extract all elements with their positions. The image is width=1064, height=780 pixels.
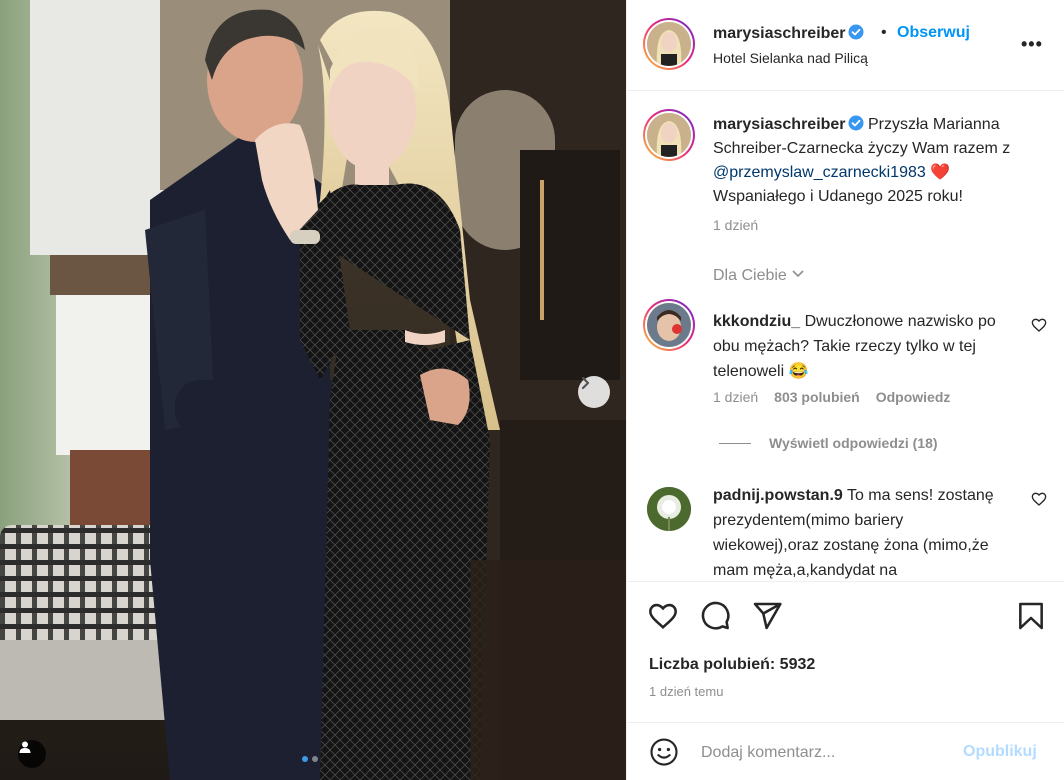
comment-avatar[interactable] <box>643 299 695 351</box>
caption-mention-link[interactable]: @przemyslaw_czarnecki1983 <box>713 164 926 181</box>
post-header: marysiaschreiber • Obserwuj Hotel Sielan… <box>627 0 1064 91</box>
post-location[interactable]: Hotel Sielanka nad Pilicą <box>713 50 868 66</box>
tagged-users-button[interactable] <box>18 740 46 768</box>
add-comment-bar: Opublikuj <box>627 722 1064 780</box>
comment-emoji: 😂 <box>788 363 809 380</box>
replies-divider <box>719 442 751 444</box>
emoji-smile-icon[interactable] <box>649 737 679 767</box>
author-username[interactable]: marysiaschreiber <box>713 24 864 43</box>
comment-likes[interactable]: 803 polubień <box>774 389 860 405</box>
next-photo-button[interactable] <box>578 376 610 408</box>
dandelion-avatar-photo <box>647 487 691 531</box>
post-timestamp[interactable]: 1 dzień temu <box>649 684 723 699</box>
comment-meta: 1 dzień 803 polubień Odpowiedz <box>713 389 950 405</box>
chevron-right-icon <box>581 376 590 390</box>
carousel-indicator <box>302 756 318 762</box>
view-replies-label: Wyświetl odpowiedzi (18) <box>769 435 938 451</box>
photo-illustration <box>0 0 626 780</box>
comments-scroll-area[interactable]: marysiaschreiber Przyszła Marianna Schre… <box>627 91 1064 581</box>
comment-avatar[interactable] <box>647 487 691 531</box>
caption-text-end: Wspaniałego i Udanego 2025 roku! <box>713 188 963 205</box>
avatar-photo <box>647 113 691 157</box>
like-heart-icon[interactable] <box>647 600 679 632</box>
comment-text: padnij.powstan.9 To ma sens! zostanę pre… <box>713 483 1013 581</box>
likes-count[interactable]: Liczba polubień: 5932 <box>649 656 815 674</box>
like-comment-heart-icon[interactable] <box>1031 317 1047 333</box>
comment-timestamp[interactable]: 1 dzień <box>713 389 758 405</box>
carousel-dot-2 <box>312 756 318 762</box>
comments-filter-dropdown[interactable]: Dla Ciebie <box>713 267 805 285</box>
post-details-panel: marysiaschreiber • Obserwuj Hotel Sielan… <box>626 0 1064 780</box>
avatar-photo <box>647 303 691 347</box>
carousel-dot-1 <box>302 756 308 762</box>
like-comment-heart-icon[interactable] <box>1031 491 1047 507</box>
add-comment-input[interactable] <box>699 737 943 769</box>
instagram-post: marysiaschreiber • Obserwuj Hotel Sielan… <box>0 0 1064 780</box>
comment-username[interactable]: kkkondziu_ <box>713 313 800 330</box>
comment-username[interactable]: padnij.powstan.9 <box>713 487 843 504</box>
follow-button[interactable]: Obserwuj <box>897 24 970 42</box>
verified-icon <box>848 24 864 40</box>
reply-button[interactable]: Odpowiedz <box>876 389 951 405</box>
verified-icon <box>848 115 864 131</box>
view-replies-button[interactable]: Wyświetl odpowiedzi (18) <box>719 435 938 451</box>
author-avatar[interactable] <box>643 18 695 70</box>
caption-username[interactable]: marysiaschreiber <box>713 116 846 133</box>
post-caption: marysiaschreiber Przyszła Marianna Schre… <box>713 113 1043 209</box>
post-photo[interactable] <box>0 0 626 780</box>
caption-author-avatar[interactable] <box>643 109 695 161</box>
share-send-icon[interactable] <box>751 600 783 632</box>
avatar-photo <box>647 22 691 66</box>
user-icon <box>19 741 31 753</box>
save-bookmark-icon[interactable] <box>1015 600 1047 632</box>
post-actions: Liczba polubień: 5932 1 dzień temu <box>627 581 1064 740</box>
comments-filter-label: Dla Ciebie <box>713 267 787 284</box>
more-options-button[interactable]: ••• <box>1021 34 1043 55</box>
publish-comment-button[interactable]: Opublikuj <box>963 743 1037 761</box>
comment-icon[interactable] <box>699 600 731 632</box>
caption-emoji: ❤️ <box>930 164 951 181</box>
caption-timestamp[interactable]: 1 dzień <box>713 217 758 233</box>
header-separator: • <box>881 24 887 41</box>
chevron-down-icon <box>792 270 804 278</box>
comment-text: kkkondziu_ Dwuczłonowe nazwisko po obu m… <box>713 309 1013 384</box>
